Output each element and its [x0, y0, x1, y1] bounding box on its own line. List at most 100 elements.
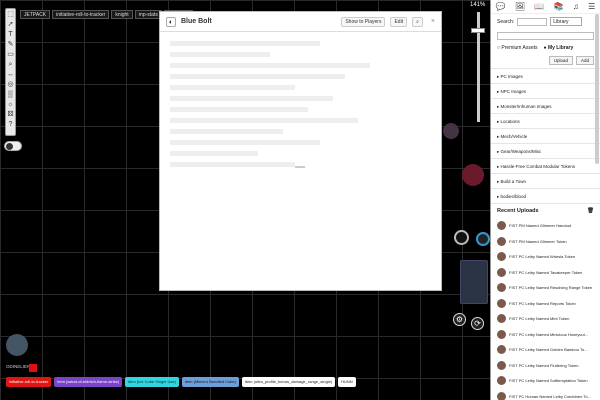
folder-list: ▸ PC Images ▸ NPC Images ▸ Monster/Inhuman…	[491, 68, 600, 203]
dialog-header: ◐ Blue Bolt Show to Players Edit ⌕ ×	[160, 12, 441, 32]
upload-thumbnail	[497, 314, 506, 324]
radio-premium-assets[interactable]: ○ Premium Assets	[497, 45, 538, 51]
recent-uploads-header: Recent Uploads 🗑	[491, 203, 600, 218]
compendium-icon[interactable]: 📚	[554, 2, 564, 11]
search-icon[interactable]: ⌕	[412, 16, 423, 27]
help-icon[interactable]: ?	[6, 120, 15, 129]
dialog-body-placeholder	[170, 35, 420, 265]
right-sidebar: 💬 🖼 📖 📚 ♫ ☰ Search: Library ○ Premium As…	[490, 0, 600, 400]
tab-knight[interactable]: knight	[111, 10, 133, 19]
pointer-icon[interactable]: ➚	[6, 20, 15, 29]
settings-menu-icon[interactable]: ☰	[588, 2, 595, 11]
recent-upload-item[interactable]: FIST PC Leiby Named Mint Token	[491, 311, 600, 327]
token-green-ring[interactable]	[454, 230, 469, 245]
tab-mp-stats[interactable]: mp-stats	[134, 10, 162, 19]
sidebar-tab-bar: 💬 🖼 📖 📚 ♫ ☰	[491, 0, 600, 14]
tab-jetpack[interactable]: JETPACK	[20, 10, 51, 19]
macro-button[interactable]: item (Ice Cube Single Use)	[125, 377, 179, 387]
sidebar-scrollbar[interactable]	[595, 14, 599, 164]
measure-icon[interactable]: ↔	[6, 70, 15, 79]
recent-upload-item[interactable]: FIST PC Leiby Named Resolving Range Toke…	[491, 280, 600, 296]
token-selected[interactable]	[460, 260, 488, 304]
player-color-swatch[interactable]	[29, 364, 37, 372]
add-folder-button[interactable]: Add	[575, 56, 594, 65]
upload-thumbnail	[497, 267, 506, 277]
edit-button[interactable]: Edit	[390, 16, 408, 27]
upload-thumbnail	[497, 329, 506, 339]
lighting-icon[interactable]: ☼	[6, 100, 15, 109]
zoom-level: 141%	[470, 2, 486, 8]
text-icon[interactable]: T	[6, 30, 15, 39]
rotate-icon[interactable]: ⟳	[471, 317, 484, 330]
recent-upload-item[interactable]: FIST PC Leiby Named Tavakeeper Token	[491, 265, 600, 281]
shapes-icon[interactable]: ▭	[6, 50, 15, 59]
macro-button[interactable]: HUNN	[338, 377, 356, 387]
recent-uploads-list: FIST PM Named Glimmer Handout FIST PM Nam…	[491, 218, 600, 400]
tool-palette: ⬚ ➚ T ✎ ▭ ⌕ ↔ ◎ ▒ ☼ ⚄?	[5, 8, 16, 136]
chat-icon[interactable]: 💬	[496, 2, 506, 11]
zoom-icon[interactable]: ⌕	[6, 60, 15, 69]
recent-upload-item[interactable]: FIST PC Leiby Named Golden Bamboo To...	[491, 342, 600, 358]
token-red-ring[interactable]	[462, 164, 484, 186]
folder-item[interactable]: ▸ Hassle-Free Combat Modular Tokens	[491, 158, 600, 173]
folder-item[interactable]: ▸ Locations	[491, 113, 600, 128]
folder-item[interactable]: ▸ bodies/blood	[491, 188, 600, 203]
settings-icon[interactable]: ⚙	[453, 313, 466, 326]
search-input[interactable]	[517, 17, 548, 26]
handout-icon: ◐	[166, 16, 176, 27]
recent-upload-item[interactable]: FIST PC Leiby Named Reports Token	[491, 296, 600, 312]
journal-icon[interactable]: 📖	[534, 2, 544, 11]
trash-icon[interactable]: 🗑	[587, 208, 594, 214]
jukebox-icon[interactable]: ♫	[573, 2, 579, 11]
library-select[interactable]: Library	[550, 17, 583, 26]
macro-button[interactable]: item (ultra_profile_bonus_damage_range_s…	[241, 377, 336, 387]
zoom-slider-thumb[interactable]	[471, 28, 485, 33]
recent-upload-item[interactable]: FIST PC Leiby Named Softtemptation Token	[491, 373, 600, 389]
folder-item[interactable]: ▸ Mech/Vehicle	[491, 128, 600, 143]
library-actions: Upload Add	[491, 53, 600, 68]
upload-thumbnail	[497, 283, 506, 293]
upload-button[interactable]: Upload	[548, 56, 573, 65]
folder-item[interactable]: ▸ Build a Town	[491, 173, 600, 188]
recent-upload-item[interactable]: FIST PC Leiby Named Wriesla Token	[491, 249, 600, 265]
recent-upload-item[interactable]: FIST PC Leiby Named Fluttering Token	[491, 358, 600, 374]
dialog-title: Blue Bolt	[181, 18, 212, 25]
recent-upload-item[interactable]: FIST PC Leiby Named Minicious Honeycut..…	[491, 327, 600, 343]
macro-button[interactable]: initiative-roll-to-tracker	[6, 377, 52, 387]
player-name: ODINELIEN	[6, 364, 31, 369]
show-to-players-button[interactable]: Show to Players	[341, 16, 386, 27]
dark-mode-toggle[interactable]	[4, 141, 22, 151]
close-icon[interactable]: ×	[431, 18, 435, 25]
tab-initiative[interactable]: initiative-roll-to-tracker	[52, 10, 110, 19]
folder-item[interactable]: ▸ PC Images	[491, 68, 600, 83]
recent-upload-item[interactable]: FIST PM Named Glimmer Token	[491, 234, 600, 250]
macro-button[interactable]: item (wand-of-eldritch-flame-strike)	[54, 377, 123, 387]
select-icon[interactable]: ⬚	[6, 10, 15, 19]
folder-item[interactable]: ▸ Monster/Inhuman Images	[491, 98, 600, 113]
art-library-icon[interactable]: 🖼	[515, 2, 525, 11]
upload-thumbnail	[497, 236, 506, 246]
upload-thumbnail	[497, 298, 506, 308]
fog-icon[interactable]: ▒	[6, 90, 15, 99]
recent-uploads-title: Recent Uploads	[497, 208, 539, 214]
search-label: Search:	[497, 18, 515, 25]
upload-thumbnail	[497, 221, 506, 231]
folder-item[interactable]: ▸ NPC Images	[491, 83, 600, 98]
macro-button[interactable]: item (Mimic's Bundled Cube)	[181, 377, 239, 387]
upload-thumbnail	[497, 252, 506, 262]
library-source-radios: ○ Premium Assets ● My Library	[491, 43, 600, 53]
player-avatar[interactable]	[6, 334, 28, 356]
dice-icon[interactable]: ⚄	[6, 110, 15, 119]
token-blue-ring[interactable]	[476, 232, 490, 246]
radio-my-library[interactable]: ● My Library	[544, 45, 574, 51]
recent-upload-item[interactable]: FIST PC Human Named Leiby Combinen To...	[491, 389, 600, 400]
token-figure[interactable]	[443, 123, 459, 139]
upload-thumbnail	[497, 360, 506, 370]
search-results-field[interactable]	[497, 32, 594, 40]
folder-item[interactable]: ▸ Gear/Weapons/Misc	[491, 143, 600, 158]
loading-indicator	[295, 166, 305, 168]
upload-thumbnail	[497, 345, 506, 355]
ping-icon[interactable]: ◎	[6, 80, 15, 89]
recent-upload-item[interactable]: FIST PM Named Glimmer Handout	[491, 218, 600, 234]
draw-icon[interactable]: ✎	[6, 40, 15, 49]
